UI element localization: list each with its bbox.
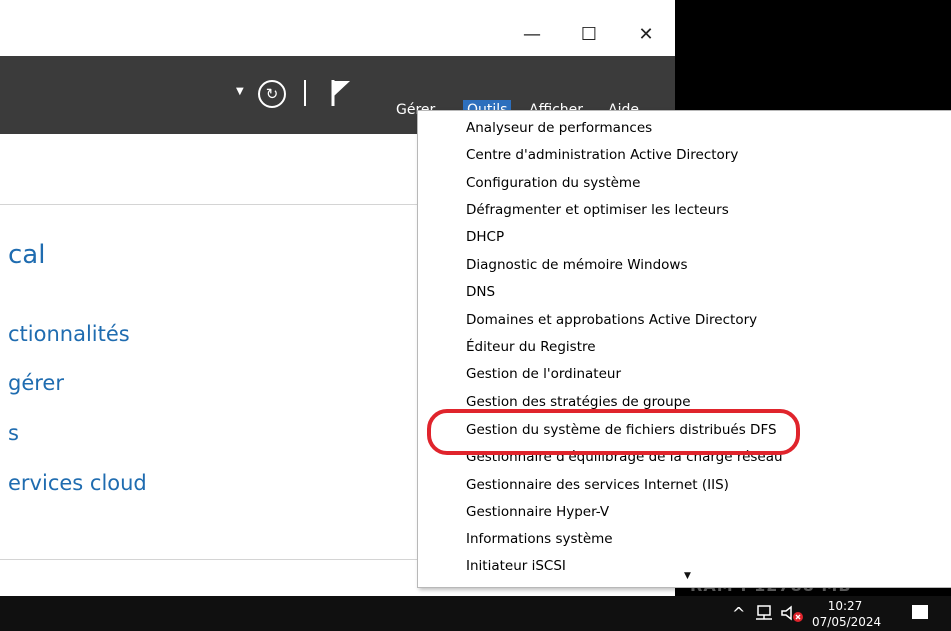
title-bar: — ☐ ✕	[0, 14, 675, 56]
volume-muted-icon[interactable]	[780, 605, 806, 623]
tools-item-defragment[interactable]: Défragmenter et optimiser les lecteurs	[466, 202, 729, 218]
tools-item-computer-management[interactable]: Gestion de l'ordinateur	[466, 366, 621, 382]
chevron-up-icon[interactable]: ^	[732, 604, 745, 623]
tools-item-iis-manager[interactable]: Gestionnaire des services Internet (IIS)	[466, 477, 729, 493]
notifications-flag-icon[interactable]	[330, 78, 352, 108]
maximize-button[interactable]: ☐	[569, 22, 609, 48]
tools-item-system-configuration[interactable]: Configuration du système	[466, 175, 640, 191]
clock-time: 10:27	[827, 599, 863, 613]
clock[interactable]: 10:27 07/05/2024	[812, 598, 882, 630]
quick-start-link-s[interactable]: s	[8, 421, 19, 445]
tools-item-dhcp[interactable]: DHCP	[466, 229, 504, 245]
quick-start-link-cloud-services[interactable]: ervices cloud	[8, 471, 147, 495]
toolbar-separator	[304, 80, 306, 106]
tools-item-ad-admin-center[interactable]: Centre d'administration Active Directory	[466, 147, 738, 163]
top-strip	[0, 0, 675, 14]
quick-start-link-manage[interactable]: gérer	[8, 371, 64, 395]
tools-item-performance-monitor[interactable]: Analyseur de performances	[466, 120, 652, 136]
tools-item-ad-domains-trusts[interactable]: Domaines et approbations Active Director…	[466, 312, 757, 328]
local-server-heading: cal	[8, 240, 46, 270]
refresh-icon[interactable]: ↻	[258, 80, 286, 108]
tools-item-iscsi-initiator[interactable]: Initiateur iSCSI	[466, 558, 566, 574]
taskbar: ^ 10:27 07/05/2024	[0, 596, 951, 631]
close-button[interactable]: ✕	[626, 22, 666, 48]
action-center-icon[interactable]	[912, 605, 928, 619]
tools-item-system-information[interactable]: Informations système	[466, 531, 613, 547]
tools-item-memory-diagnostic[interactable]: Diagnostic de mémoire Windows	[466, 257, 688, 273]
scroll-down-icon[interactable]: ▼	[684, 571, 691, 581]
minimize-button[interactable]: —	[512, 22, 552, 48]
tools-item-dns[interactable]: DNS	[466, 284, 495, 300]
tools-item-group-policy[interactable]: Gestion des stratégies de groupe	[466, 394, 691, 410]
tools-dropdown-menu: Analyseur de performances Centre d'admin…	[417, 110, 951, 588]
red-highlight-annotation	[427, 409, 800, 455]
tools-item-hyperv-manager[interactable]: Gestionnaire Hyper-V	[466, 504, 609, 520]
clock-date: 07/05/2024	[812, 615, 882, 629]
quick-start-link-features[interactable]: ctionnalités	[8, 322, 130, 346]
caret-down-icon[interactable]: ▼	[236, 86, 244, 97]
tools-item-registry-editor[interactable]: Éditeur du Registre	[466, 339, 596, 355]
network-icon[interactable]	[754, 605, 774, 621]
